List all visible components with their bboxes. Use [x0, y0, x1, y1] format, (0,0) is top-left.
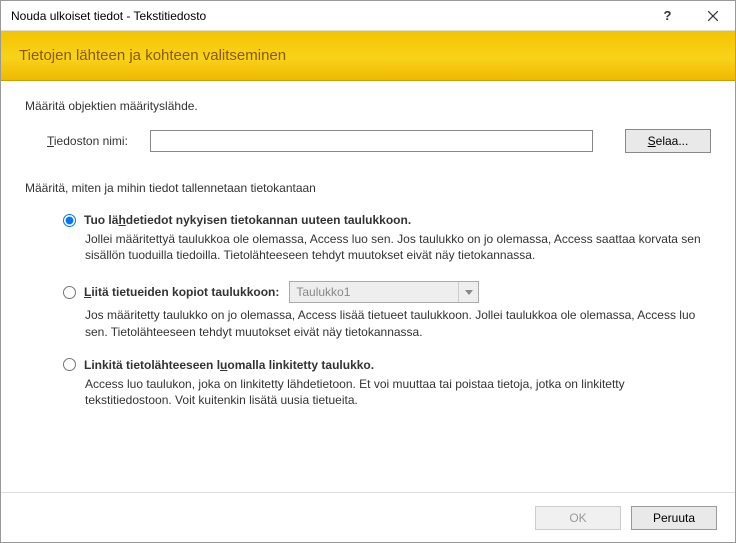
help-button[interactable]: ? [645, 1, 690, 30]
radio-link[interactable] [63, 358, 76, 371]
table-combo-value: Taulukko1 [290, 285, 458, 299]
option-append: Liitä tietueiden kopiot taulukkoon: Taul… [63, 281, 711, 339]
radio-import[interactable] [63, 214, 76, 227]
option-import-desc: Jollei määritettyä taulukkoa ole olemass… [85, 231, 705, 263]
close-button[interactable] [690, 1, 735, 30]
file-input[interactable] [150, 130, 593, 152]
titlebar: Nouda ulkoiset tiedot - Tekstitiedosto ? [1, 1, 735, 31]
table-combo[interactable]: Taulukko1 [289, 281, 479, 303]
ok-button[interactable]: OK [535, 506, 621, 530]
radio-append-label[interactable]: Liitä tietueiden kopiot taulukkoon: [84, 285, 279, 299]
dest-section-label: Määritä, miten ja mihin tiedot tallennet… [25, 181, 711, 195]
close-icon [708, 11, 718, 21]
browse-button[interactable]: Selaa... [625, 129, 711, 153]
content-area: Määritä objektien määrityslähde. Tiedost… [1, 81, 735, 492]
radio-link-label[interactable]: Linkitä tietolähteeseen luomalla linkite… [84, 358, 374, 372]
option-append-desc: Jos määritetty taulukko on jo olemassa, … [85, 307, 705, 339]
file-label: Tiedoston nimi: [47, 134, 142, 148]
option-link: Linkitä tietolähteeseen luomalla linkite… [63, 358, 711, 408]
source-section-label: Määritä objektien määrityslähde. [25, 99, 711, 113]
banner-title: Tietojen lähteen ja kohteen valitseminen [19, 47, 286, 64]
chevron-down-icon [458, 282, 478, 302]
cancel-button[interactable]: Peruuta [631, 506, 717, 530]
option-import: Tuo lähdetiedot nykyisen tietokannan uut… [63, 213, 711, 263]
banner: Tietojen lähteen ja kohteen valitseminen [1, 31, 735, 81]
options-group: Tuo lähdetiedot nykyisen tietokannan uut… [63, 213, 711, 408]
option-link-desc: Access luo taulukon, joka on linkitetty … [85, 376, 705, 408]
window-title: Nouda ulkoiset tiedot - Tekstitiedosto [11, 9, 645, 23]
file-row: Tiedoston nimi: Selaa... [47, 129, 711, 153]
footer: OK Peruuta [1, 492, 735, 542]
radio-append[interactable] [63, 286, 76, 299]
radio-import-label[interactable]: Tuo lähdetiedot nykyisen tietokannan uut… [84, 213, 411, 227]
